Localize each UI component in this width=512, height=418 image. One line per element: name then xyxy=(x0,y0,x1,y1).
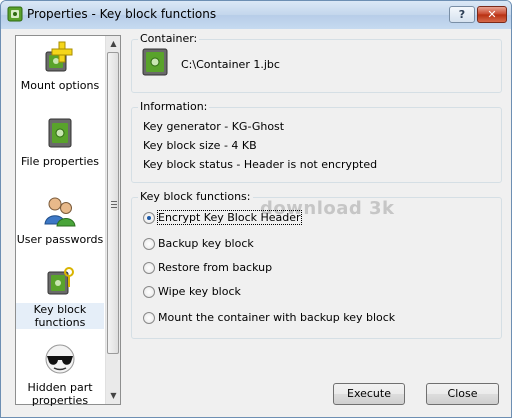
mount-plus-icon xyxy=(45,41,73,72)
radio-button-checked[interactable] xyxy=(143,212,155,224)
container-path: C:\Container 1.jbc xyxy=(181,58,280,71)
title-bar[interactable]: Properties - Key block functions ? ✕ xyxy=(1,1,511,29)
radio-button[interactable] xyxy=(143,262,155,274)
sidebar-item-mount-options[interactable]: Mount options xyxy=(16,40,104,92)
execute-button[interactable]: Execute xyxy=(333,383,405,405)
sidebar-item-label: Key block functions xyxy=(16,303,104,329)
info-key-generator: Key generator - KG-Ghost xyxy=(143,120,285,133)
sidebar-item-user-passwords[interactable]: User passwords xyxy=(16,194,104,246)
scroll-up-arrow-icon[interactable]: ▲ xyxy=(106,36,121,51)
sidebar-item-file-properties[interactable]: File properties xyxy=(16,116,104,168)
information-label: Information: xyxy=(138,100,210,113)
scroll-thumb[interactable] xyxy=(107,52,119,354)
properties-window: Properties - Key block functions ? ✕ Mou… xyxy=(0,0,512,418)
info-key-block-status: Key block status - Header is not encrypt… xyxy=(143,158,378,171)
container-safe-icon xyxy=(142,48,168,76)
sidebar-item-label: Hidden part properties xyxy=(27,381,93,407)
sunglasses-icon xyxy=(45,344,75,374)
scroll-down-arrow-icon[interactable]: ▼ xyxy=(106,388,121,403)
radio-label[interactable]: Restore from backup xyxy=(158,261,272,274)
info-key-block-size: Key block size - 4 KB xyxy=(143,139,257,152)
radio-label[interactable]: Encrypt Key Block Header xyxy=(157,210,302,225)
radio-button[interactable] xyxy=(143,286,155,298)
users-icon xyxy=(44,197,76,227)
sidebar-nav[interactable]: Mount options File properties User passw… xyxy=(15,35,121,407)
sidebar-item-key-block-functions[interactable]: Key block functions xyxy=(16,264,104,329)
close-button[interactable]: Close xyxy=(426,383,499,405)
radio-button[interactable] xyxy=(143,312,155,324)
key-safe-icon xyxy=(47,267,74,295)
app-safe-icon xyxy=(7,6,23,22)
radio-label[interactable]: Wipe key block xyxy=(158,285,241,298)
sidebar-item-hidden-part-properties[interactable]: Hidden part properties xyxy=(16,342,104,407)
sidebar-item-label: User passwords xyxy=(16,233,104,246)
window-title: Properties - Key block functions xyxy=(27,7,217,21)
sidebar-item-label: File properties xyxy=(20,155,100,168)
radio-label[interactable]: Backup key block xyxy=(158,237,254,250)
scroll-grip-icon xyxy=(111,201,117,208)
sidebar-item-label: Mount options xyxy=(20,79,100,92)
sidebar-scrollbar[interactable]: ▲ ▼ xyxy=(105,36,120,404)
radio-label[interactable]: Mount the container with backup key bloc… xyxy=(158,311,395,324)
help-button[interactable]: ? xyxy=(449,6,475,23)
container-label: Container: xyxy=(138,32,200,45)
radio-button[interactable] xyxy=(143,238,155,250)
safe-file-icon xyxy=(48,118,72,148)
close-window-button[interactable]: ✕ xyxy=(477,6,507,23)
key-functions-label: Key block functions: xyxy=(138,190,253,203)
